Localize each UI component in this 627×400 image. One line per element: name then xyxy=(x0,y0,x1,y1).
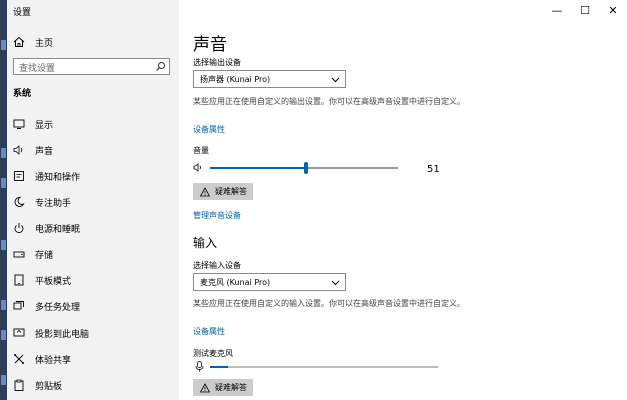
sidebar-item-label: 剪贴板 xyxy=(35,381,63,392)
search-input[interactable]: 查找设置 xyxy=(13,58,170,75)
microphone-level-track xyxy=(210,366,438,368)
speaker-icon xyxy=(13,144,25,156)
storage-icon xyxy=(13,248,25,260)
search-icon[interactable] xyxy=(155,61,166,72)
sidebar-item-notifications[interactable]: 通知和操作 xyxy=(13,168,173,184)
share-icon xyxy=(13,353,25,365)
search-placeholder: 查找设置 xyxy=(19,64,56,74)
desktop-edge xyxy=(0,0,7,400)
sidebar-item-label: 投影到此电脑 xyxy=(35,329,90,340)
input-heading: 输入 xyxy=(193,236,218,250)
home-link[interactable]: 主页 xyxy=(13,35,53,49)
volume-slider-thumb[interactable] xyxy=(303,162,308,174)
sidebar-item-project[interactable]: 投影到此电脑 xyxy=(13,325,173,341)
power-icon xyxy=(13,222,25,234)
volume-label: 音量 xyxy=(193,146,209,155)
sidebar-item-label: 体验共享 xyxy=(35,355,72,366)
input-device-select[interactable]: 麦克风 (Kunai Pro) xyxy=(193,273,346,291)
clipboard-icon xyxy=(13,379,25,391)
output-description: 某些应用正在使用自定义的输出设置。你可以在高级声音设置中进行自定义。 xyxy=(193,97,465,106)
warning-icon xyxy=(200,186,210,196)
sidebar-item-sound[interactable]: 声音 xyxy=(13,142,173,158)
page-title: 声音 xyxy=(193,35,227,55)
output-device-select[interactable]: 扬声器 (Kunai Pro) xyxy=(193,70,346,88)
sidebar-item-display[interactable]: 显示 xyxy=(13,116,173,132)
chevron-down-icon xyxy=(331,280,340,286)
sidebar-item-clipboard[interactable]: 剪贴板 xyxy=(13,377,173,393)
notification-icon xyxy=(13,170,25,182)
sidebar-item-storage[interactable]: 存储 xyxy=(13,246,173,262)
troubleshoot-label: 疑难解答 xyxy=(215,383,247,392)
input-device-label: 选择输入设备 xyxy=(193,261,241,270)
multitask-icon xyxy=(13,300,25,312)
sidebar-item-power[interactable]: 电源和睡眠 xyxy=(13,220,173,236)
input-description: 某些应用正在使用自定义的输入设置。你可以在高级声音设置中进行自定义。 xyxy=(193,299,465,308)
project-icon xyxy=(13,327,25,339)
sidebar-item-label: 声音 xyxy=(35,146,54,157)
sidebar-item-shared-experiences[interactable]: 体验共享 xyxy=(13,351,173,367)
input-device-value: 麦克风 (Kunai Pro) xyxy=(200,278,271,287)
sidebar-item-label: 平板模式 xyxy=(35,276,72,287)
sound-settings-pane: 声音 选择输出设备 扬声器 (Kunai Pro) 某些应用正在使用自定义的输出… xyxy=(193,0,613,400)
sidebar-item-label: 多任务处理 xyxy=(35,302,81,313)
home-label: 主页 xyxy=(35,38,54,49)
display-icon xyxy=(13,118,25,130)
microphone-level-fill xyxy=(210,366,229,368)
manage-sound-devices-link[interactable]: 管理声音设备 xyxy=(193,210,241,221)
output-troubleshoot-button[interactable]: 疑难解答 xyxy=(193,183,253,200)
volume-value: 51 xyxy=(427,164,440,175)
sidebar-item-label: 显示 xyxy=(35,120,54,131)
output-device-value: 扬声器 (Kunai Pro) xyxy=(200,75,271,84)
section-heading: 系统 xyxy=(13,89,32,99)
output-device-label: 选择输出设备 xyxy=(193,58,241,67)
input-troubleshoot-button[interactable]: 疑难解答 xyxy=(193,379,253,396)
sidebar-item-multitasking[interactable]: 多任务处理 xyxy=(13,298,173,314)
speaker-icon xyxy=(193,163,201,172)
input-device-properties-link[interactable]: 设备属性 xyxy=(193,326,225,337)
test-microphone-label: 测试麦克风 xyxy=(193,349,233,358)
volume-slider-fill xyxy=(210,167,306,169)
moon-icon xyxy=(13,196,25,208)
sidebar-item-label: 电源和睡眠 xyxy=(35,224,81,235)
microphone-icon xyxy=(195,361,204,372)
window-title: 设置 xyxy=(13,8,32,18)
sidebar-item-label: 专注助手 xyxy=(35,198,72,209)
tablet-icon xyxy=(13,274,25,286)
warning-icon xyxy=(200,382,210,392)
chevron-down-icon xyxy=(331,77,340,83)
sidebar-item-focus-assist[interactable]: 专注助手 xyxy=(13,194,173,210)
sidebar-item-tablet[interactable]: 平板模式 xyxy=(13,272,173,288)
sidebar: 设置 主页 查找设置 系统 显示 声音 通知和操作 专注助手 电源和睡眠 存储 … xyxy=(7,0,179,400)
home-icon xyxy=(13,36,25,47)
sidebar-item-label: 通知和操作 xyxy=(35,172,81,183)
settings-window: 设置 主页 查找设置 系统 显示 声音 通知和操作 专注助手 电源和睡眠 存储 … xyxy=(7,0,627,400)
sidebar-item-label: 存储 xyxy=(35,250,54,261)
troubleshoot-label: 疑难解答 xyxy=(215,187,247,196)
output-device-properties-link[interactable]: 设备属性 xyxy=(193,124,225,135)
